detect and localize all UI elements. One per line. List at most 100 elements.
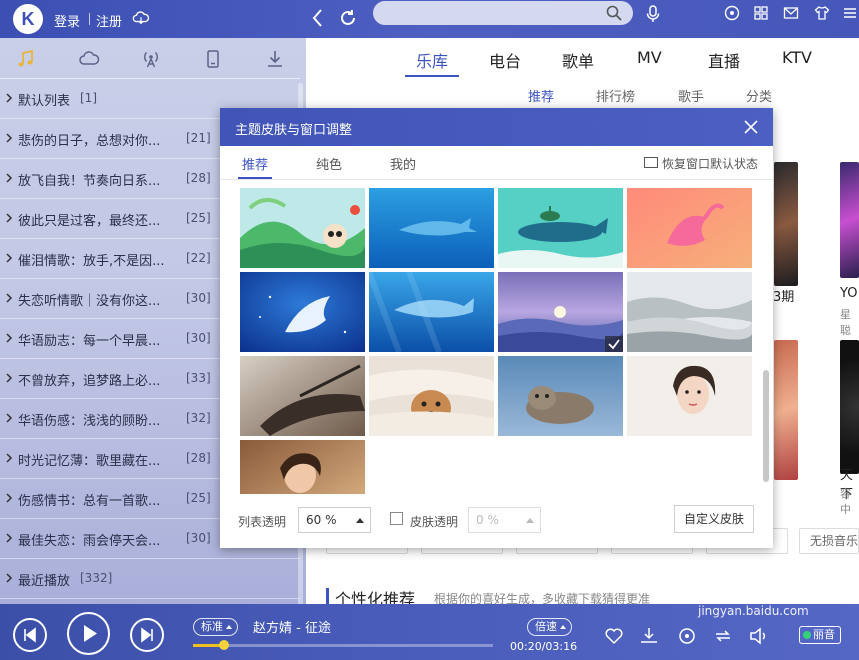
skin-thumbnail[interactable] — [240, 440, 365, 494]
album-cover[interactable] — [840, 162, 859, 278]
next-button[interactable] — [130, 618, 164, 652]
tab-ktv[interactable]: KTV — [782, 48, 812, 67]
song-title[interactable]: 赵方婧 - 征途 — [253, 617, 331, 636]
album-cover[interactable] — [774, 162, 798, 286]
skin-thumbnail[interactable] — [627, 356, 752, 436]
skin-thumbnail[interactable] — [369, 188, 494, 268]
search-input[interactable] — [373, 1, 633, 25]
playlist-count: [33] — [186, 371, 211, 385]
close-icon[interactable] — [742, 118, 760, 136]
refresh-icon[interactable] — [337, 6, 359, 30]
album-cover[interactable] — [774, 340, 798, 480]
dialog-header: 主题皮肤与窗口调整 — [220, 108, 773, 146]
tab-radio[interactable]: 电台 — [489, 48, 521, 72]
chevron-right-icon — [6, 173, 13, 183]
skin-thumbnail[interactable] — [627, 188, 752, 268]
sound-quality-button[interactable]: 丽音 — [799, 626, 841, 644]
quality-selector[interactable]: 标准 — [193, 618, 238, 636]
skin-thumbnail[interactable] — [240, 356, 365, 436]
chevron-right-icon — [6, 93, 13, 103]
login-link[interactable]: 登录 — [54, 11, 80, 30]
dialog-tab-recommend[interactable]: 推荐 — [242, 154, 268, 173]
album-title[interactable]: 3期 — [773, 286, 794, 305]
loop-icon[interactable] — [712, 626, 734, 646]
skin-dot-icon[interactable] — [723, 4, 741, 22]
radio-broadcast-icon[interactable] — [140, 48, 162, 70]
chevron-up-icon — [526, 518, 534, 523]
chevron-right-icon — [6, 293, 13, 303]
device-icon[interactable] — [202, 48, 224, 70]
skin-opacity-checkbox[interactable] — [390, 512, 403, 525]
mail-icon[interactable] — [782, 4, 800, 22]
skin-shirt-icon[interactable] — [813, 4, 831, 22]
playlist-name: 放飞自我！节奏向日系... — [18, 174, 161, 189]
grid-icon[interactable] — [752, 4, 770, 22]
volume-icon[interactable] — [748, 626, 770, 646]
search-icon[interactable] — [605, 4, 623, 22]
skin-thumbnail[interactable] — [498, 272, 623, 352]
playlist-name: 时光记忆薄：歌里藏在... — [18, 454, 161, 469]
subtab-singers[interactable]: 歌手 — [678, 86, 704, 105]
album-cover[interactable] — [840, 340, 859, 474]
playlist-name: 悲伤的日子，总想对你... — [18, 134, 161, 149]
status-dot-icon — [803, 631, 811, 639]
download-icon[interactable] — [638, 626, 660, 646]
progress-bar[interactable] — [193, 640, 493, 650]
tab-live[interactable]: 直播 — [708, 48, 740, 72]
menu-icon[interactable] — [841, 4, 859, 22]
subtab-recommend[interactable]: 推荐 — [528, 86, 554, 105]
previous-icon — [24, 627, 36, 643]
cloud-icon[interactable] — [132, 9, 150, 27]
playlist-item[interactable]: 最近播放 [332] — [0, 559, 300, 599]
playlist-name: 最佳失恋：雨会停天会... — [18, 534, 161, 549]
register-link[interactable]: 注册 — [96, 11, 122, 30]
speed-label: 倍速 — [535, 620, 557, 633]
custom-skin-button[interactable]: 自定义皮肤 — [674, 505, 754, 533]
playlist-count: [30] — [186, 291, 211, 305]
tab-underline — [405, 75, 459, 77]
speed-button[interactable]: 倍速 — [527, 618, 572, 636]
skin-thumbnail[interactable] — [498, 356, 623, 436]
effects-icon[interactable] — [676, 626, 698, 646]
playlist-count: [1] — [80, 91, 97, 105]
skin-thumbnail[interactable] — [498, 188, 623, 268]
heart-icon[interactable] — [603, 626, 625, 646]
progress-handle[interactable] — [218, 640, 229, 650]
skin-opacity-value: 0 % — [476, 513, 499, 527]
skin-thumbnail[interactable] — [240, 188, 365, 268]
dialog-tab-solid-color[interactable]: 纯色 — [316, 154, 342, 173]
chevron-right-icon — [6, 453, 13, 463]
restore-window-link[interactable]: 恢复窗口默认状态 — [662, 155, 758, 172]
subtab-categories[interactable]: 分类 — [746, 86, 772, 105]
chevron-right-icon — [6, 133, 13, 143]
music-note-icon[interactable] — [15, 48, 37, 70]
skin-thumbnail-grid — [240, 188, 760, 494]
tab-playlists[interactable]: 歌单 — [562, 48, 594, 72]
back-arrow-icon[interactable] — [308, 6, 328, 30]
lossless-filter-button[interactable]: 无损音乐 — [799, 528, 859, 554]
skin-thumbnail[interactable] — [240, 272, 365, 352]
previous-button[interactable] — [13, 618, 47, 652]
album-subtitle: 容中 — [840, 487, 851, 516]
tab-mv[interactable]: MV — [637, 48, 662, 67]
dialog-tab-mine[interactable]: 我的 — [390, 154, 416, 173]
cloud-icon[interactable] — [78, 48, 100, 70]
subtab-charts[interactable]: 排行榜 — [596, 86, 635, 105]
download-icon[interactable] — [264, 48, 286, 70]
tab-library[interactable]: 乐库 — [416, 48, 448, 72]
list-opacity-select[interactable]: 60 % — [298, 507, 371, 533]
next-icon — [141, 627, 153, 643]
app-logo[interactable]: K — [13, 4, 43, 34]
restore-window-icon[interactable] — [644, 157, 658, 168]
chevron-right-icon — [6, 413, 13, 423]
skin-thumbnail[interactable] — [369, 356, 494, 436]
skin-thumbnail[interactable] — [369, 272, 494, 352]
dialog-scrollbar[interactable] — [763, 370, 769, 482]
playlist-name: 默认列表 — [18, 94, 71, 109]
play-button[interactable] — [67, 612, 110, 655]
album-title[interactable]: YO — [840, 286, 857, 301]
dialog-title: 主题皮肤与窗口调整 — [235, 123, 353, 138]
skin-opacity-select[interactable]: 0 % — [468, 507, 541, 533]
microphone-icon[interactable] — [644, 4, 662, 24]
skin-thumbnail[interactable] — [627, 272, 752, 352]
